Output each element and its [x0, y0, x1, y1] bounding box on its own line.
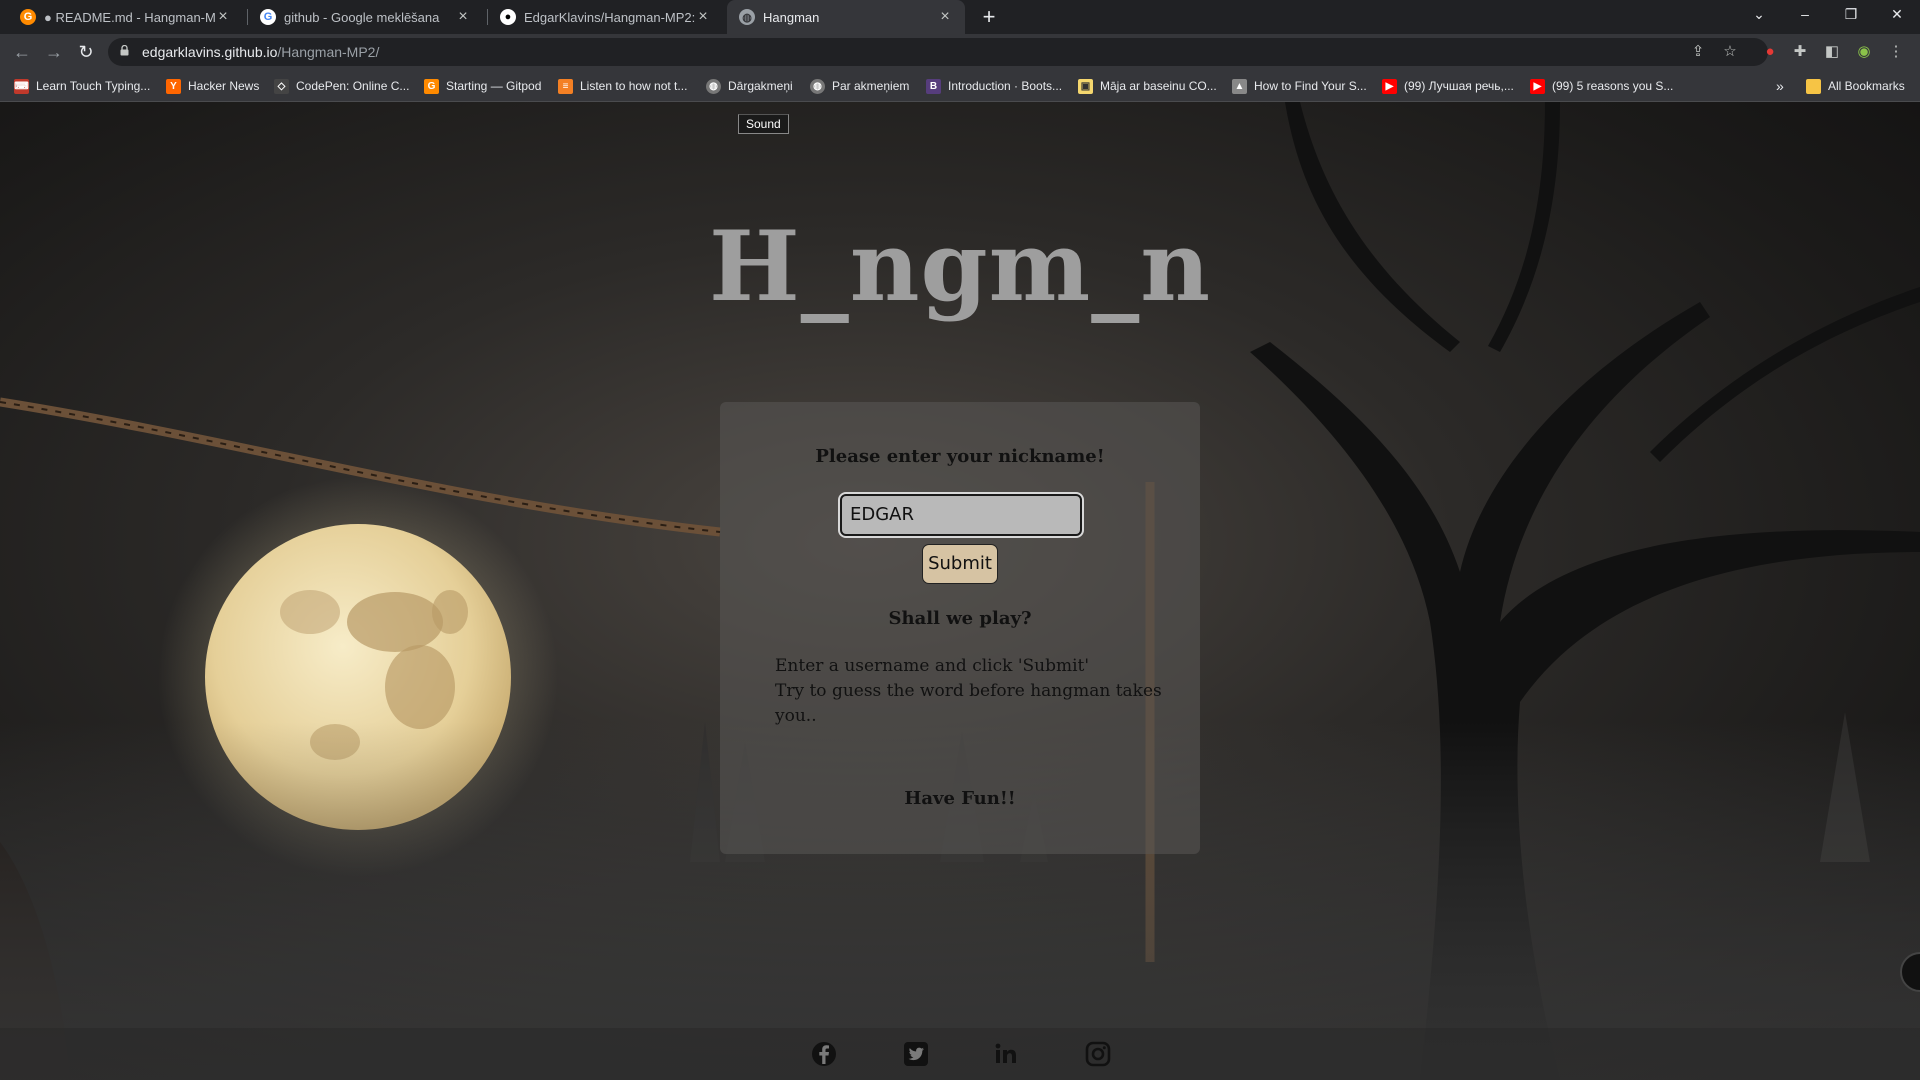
- tab-readme[interactable]: G ● README.md - Hangman-MP2 ×: [8, 0, 243, 34]
- tab-title: Hangman: [763, 9, 820, 25]
- youtube-icon: ▶: [1382, 78, 1397, 94]
- bookmark-label: Learn Touch Typing...: [36, 79, 151, 93]
- new-tab-button[interactable]: +: [976, 4, 1002, 30]
- globe-icon: ◍: [739, 9, 755, 25]
- bookmark-label: Listen to how not t...: [580, 79, 688, 93]
- page-viewport: Sound H_ngm_n Please enter your nickname…: [0, 102, 1920, 1080]
- side-panel-icon[interactable]: ◧: [1822, 42, 1842, 62]
- profile-avatar[interactable]: ◉: [1854, 42, 1874, 62]
- browser-toolbar: ← → ↻ edgarklavins.github.io/Hangman-MP2…: [0, 34, 1920, 70]
- play-heading: Shall we play?: [888, 608, 1032, 629]
- tab-title: ● README.md - Hangman-MP2: [44, 9, 215, 25]
- bookmark-item[interactable]: ≡ Listen to how not t...: [558, 77, 687, 95]
- nickname-input[interactable]: EDGAR: [840, 494, 1082, 536]
- reload-icon[interactable]: ↻: [74, 40, 98, 64]
- forward-arrow-icon[interactable]: →: [42, 40, 66, 64]
- address-bar[interactable]: edgarklavins.github.io/Hangman-MP2/ ⇪ ☆: [108, 38, 1768, 66]
- bookmark-label: How to Find Your S...: [1254, 79, 1367, 93]
- google-icon: G: [260, 9, 276, 25]
- close-icon[interactable]: ×: [455, 8, 471, 26]
- back-arrow-icon[interactable]: ←: [10, 40, 34, 64]
- bookmark-item[interactable]: ◇ CodePen: Online C...: [274, 77, 409, 95]
- sound-toggle-button[interactable]: Sound: [738, 114, 789, 134]
- bookmark-label: Par akmeņiem: [832, 79, 910, 93]
- close-icon[interactable]: ×: [215, 8, 231, 26]
- gitpod-icon: G: [424, 78, 439, 94]
- overflow-label: »: [1776, 78, 1784, 94]
- bookmark-label: (99) Лучшая речь,...: [1404, 79, 1514, 93]
- codepen-icon: ◇: [274, 78, 289, 94]
- bookmarks-bar: ⌨ Learn Touch Typing... Y Hacker News ◇ Cod…: [0, 70, 1920, 102]
- folder-icon: [1806, 78, 1821, 94]
- footer: [0, 1028, 1920, 1080]
- youtube-icon: ▶: [1530, 78, 1545, 94]
- have-fun-text: Have Fun!!: [904, 788, 1016, 809]
- tab-google-search[interactable]: G github - Google meklēšana ×: [248, 0, 483, 34]
- image-icon: ▣: [1078, 78, 1093, 94]
- bookmark-item[interactable]: ▶ (99) 5 reasons you S...: [1530, 77, 1673, 95]
- typing-icon: ⌨: [14, 78, 29, 94]
- tab-strip: G ● README.md - Hangman-MP2 × G github -…: [0, 0, 1920, 34]
- github-icon: ●: [500, 9, 516, 25]
- rules-line-2: Try to guess the word before hangman tak…: [775, 681, 1162, 726]
- bookmark-label: Introduction · Boots...: [948, 79, 1063, 93]
- bookmark-label: Starting — Gitpod: [446, 79, 542, 93]
- minimize-button[interactable]: –: [1782, 0, 1828, 30]
- bookmark-item[interactable]: ▣ Māja ar baseinu CO...: [1078, 77, 1217, 95]
- bookmark-item[interactable]: ▲ How to Find Your S...: [1232, 77, 1367, 95]
- bookmark-label: CodePen: Online C...: [296, 79, 410, 93]
- lock-icon: [120, 45, 129, 56]
- bookmark-item[interactable]: ◍ Par akmeņiem: [810, 77, 909, 95]
- extension-red-icon[interactable]: ●: [1760, 42, 1780, 62]
- url-path: /Hangman-MP2/: [277, 44, 380, 60]
- bookmark-label: Hacker News: [188, 79, 260, 93]
- bookmark-item[interactable]: ▶ (99) Лучшая речь,...: [1382, 77, 1514, 95]
- all-bookmarks-button[interactable]: All Bookmarks: [1806, 77, 1905, 95]
- url-text: edgarklavins.github.io/Hangman-MP2/: [142, 44, 379, 60]
- nickname-card: Please enter your nickname! EDGAR Submit…: [720, 402, 1200, 854]
- tab-search-icon[interactable]: ⌄: [1736, 0, 1782, 30]
- rules-text: Enter a username and click 'Submit' Try …: [775, 654, 1175, 729]
- gitpod-icon: G: [20, 9, 36, 25]
- bookmark-item[interactable]: B Introduction · Boots...: [926, 77, 1062, 95]
- bookmark-label: Māja ar baseinu CO...: [1100, 79, 1217, 93]
- nickname-prompt: Please enter your nickname!: [815, 446, 1105, 467]
- restore-button[interactable]: ❐: [1828, 0, 1874, 30]
- hackernews-icon: Y: [166, 78, 181, 94]
- close-window-button[interactable]: ✕: [1874, 0, 1920, 30]
- bookmarks-overflow-button[interactable]: »: [1776, 77, 1784, 95]
- all-bookmarks-label: All Bookmarks: [1828, 79, 1905, 93]
- bookmark-label: Dārgakmeņi: [728, 79, 793, 93]
- globe-icon: ◍: [706, 78, 721, 94]
- instagram-icon[interactable]: [1084, 1040, 1112, 1068]
- menu-kebab-icon[interactable]: ⋮: [1886, 42, 1906, 62]
- twitter-icon[interactable]: [902, 1040, 930, 1068]
- stackoverflow-icon: ≡: [558, 78, 573, 94]
- close-icon[interactable]: ×: [937, 8, 953, 26]
- bookmark-label: (99) 5 reasons you S...: [1552, 79, 1674, 93]
- star-icon[interactable]: ☆: [1720, 42, 1740, 62]
- share-icon[interactable]: ⇪: [1688, 42, 1708, 62]
- bookmark-item[interactable]: ⌨ Learn Touch Typing...: [14, 77, 150, 95]
- bookmark-item[interactable]: Y Hacker News: [166, 77, 259, 95]
- tab-title: EdgarKlavins/Hangman-MP2: H: [524, 9, 695, 25]
- rules-line-1: Enter a username and click 'Submit': [775, 656, 1090, 676]
- submit-button[interactable]: Submit: [922, 544, 998, 584]
- bootstrap-icon: B: [926, 78, 941, 94]
- game-logo: H_ngm_n: [709, 210, 1211, 323]
- close-icon[interactable]: ×: [695, 8, 711, 26]
- tab-hangman[interactable]: ◍ Hangman ×: [727, 0, 965, 34]
- bookmark-item[interactable]: ◍ Dārgakmeņi: [706, 77, 793, 95]
- tab-github-repo[interactable]: ● EdgarKlavins/Hangman-MP2: H ×: [488, 0, 723, 34]
- extensions-puzzle-icon[interactable]: ✚: [1790, 42, 1810, 62]
- linkedin-icon[interactable]: [992, 1040, 1020, 1068]
- globe-icon: ◍: [810, 78, 825, 94]
- wolf-icon: ▲: [1232, 78, 1247, 94]
- facebook-icon[interactable]: [810, 1040, 838, 1068]
- bookmark-item[interactable]: G Starting — Gitpod: [424, 77, 541, 95]
- url-host: edgarklavins.github.io: [142, 44, 278, 60]
- tab-title: github - Google meklēšana: [284, 9, 440, 25]
